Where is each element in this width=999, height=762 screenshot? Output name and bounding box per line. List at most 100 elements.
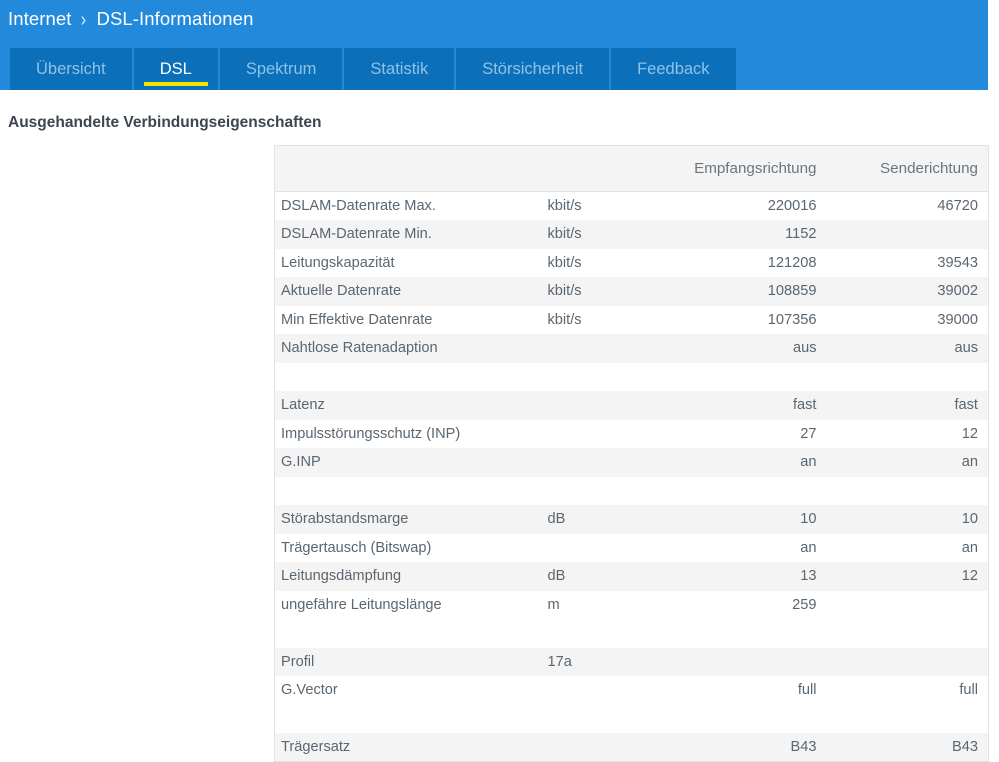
- property-unit: [542, 676, 667, 705]
- upstream-value: 12: [828, 419, 989, 448]
- tab-label: Störsicherheit: [482, 59, 584, 78]
- downstream-value: 27: [666, 419, 829, 448]
- property-unit: kbit/s: [542, 248, 667, 277]
- table-row: Trägersatz B43 B43: [274, 733, 989, 762]
- table-row: DSLAM-Datenrate Max. kbit/s 220016 46720: [274, 191, 989, 220]
- page-title: Ausgehandelte Verbindungseigenschaften: [8, 114, 322, 131]
- tab-feedback[interactable]: Feedback: [611, 48, 736, 90]
- column-header-property: [274, 145, 543, 192]
- table-header-row: Empfangsrichtung Senderichtung: [274, 145, 989, 192]
- table-spacer-row: [274, 362, 989, 391]
- tab-label: Statistik: [370, 59, 429, 78]
- upstream-value: aus: [828, 334, 989, 363]
- column-header-upstream: Senderichtung: [828, 145, 989, 192]
- column-header-downstream: Empfangsrichtung: [666, 145, 829, 192]
- table-row: Leitungskapazität kbit/s 121208 39543: [274, 248, 989, 277]
- tab-label: Spektrum: [245, 59, 317, 78]
- upstream-value: [828, 220, 989, 249]
- upstream-value: [828, 704, 989, 733]
- table-row: Trägertausch (Bitswap) an an: [274, 533, 989, 562]
- property-name: Nahtlose Ratenadaption: [274, 334, 543, 363]
- property-unit: [542, 391, 667, 420]
- downstream-value: 108859: [666, 277, 829, 306]
- tab-label: Übersicht: [36, 59, 106, 78]
- tab-statistik[interactable]: Statistik: [344, 48, 455, 90]
- downstream-value: an: [666, 448, 829, 477]
- upstream-value: 12: [828, 562, 989, 591]
- property-unit: kbit/s: [542, 191, 667, 220]
- property-name: G.INP: [274, 448, 543, 477]
- property-name: Impulsstörungsschutz (INP): [274, 419, 543, 448]
- table-row: Nahtlose Ratenadaption aus aus: [274, 334, 989, 363]
- property-name: Profil: [274, 647, 543, 676]
- tab-dsl[interactable]: DSL: [133, 48, 218, 90]
- property-name: G.Vector: [274, 676, 543, 705]
- downstream-value: full: [666, 676, 829, 705]
- content-area: Ausgehandelte Verbindungseigenschaften E…: [0, 90, 999, 762]
- property-name: Aktuelle Datenrate: [274, 277, 543, 306]
- upstream-value: 39543: [828, 248, 989, 277]
- tab-uebersicht[interactable]: Übersicht: [10, 48, 132, 90]
- downstream-value: 13: [666, 562, 829, 591]
- upstream-value: full: [828, 676, 989, 705]
- property-unit: [542, 619, 667, 648]
- property-name: [274, 362, 543, 391]
- upstream-value: 39000: [828, 305, 989, 334]
- table-row: ungefähre Leitungslänge m 259: [274, 590, 989, 619]
- property-name: Leitungsdämpfung: [274, 562, 543, 591]
- property-unit: kbit/s: [542, 305, 667, 334]
- breadcrumb-parent[interactable]: Internet: [8, 8, 72, 29]
- tab-label: Feedback: [637, 59, 710, 78]
- property-unit: dB: [542, 562, 667, 591]
- property-name: Min Effektive Datenrate: [274, 305, 543, 334]
- table-row: Störabstandsmarge dB 10 10: [274, 505, 989, 534]
- table-row: G.Vector full full: [274, 676, 989, 705]
- dsl-properties-table: Empfangsrichtung Senderichtung DSLAM-Dat…: [274, 145, 989, 762]
- property-name: Latenz: [274, 391, 543, 420]
- table-spacer-row: [274, 619, 989, 648]
- upstream-value: [828, 619, 989, 648]
- page-header: Internet › DSL-Informationen Übersicht D…: [0, 0, 988, 90]
- downstream-value: 1152: [666, 220, 829, 249]
- upstream-value: an: [828, 448, 989, 477]
- downstream-value: 10: [666, 505, 829, 534]
- downstream-value: [666, 647, 829, 676]
- breadcrumb: Internet › DSL-Informationen: [8, 8, 253, 31]
- property-unit: [542, 476, 667, 505]
- property-name: DSLAM-Datenrate Max.: [274, 191, 543, 220]
- upstream-value: 46720: [828, 191, 989, 220]
- downstream-value: B43: [666, 733, 829, 762]
- table-row: Latenz fast fast: [274, 391, 989, 420]
- downstream-value: 121208: [666, 248, 829, 277]
- table-row: Aktuelle Datenrate kbit/s 108859 39002: [274, 277, 989, 306]
- property-unit: [542, 533, 667, 562]
- property-unit: [542, 704, 667, 733]
- tab-spektrum[interactable]: Spektrum: [219, 48, 343, 90]
- upstream-value: [828, 590, 989, 619]
- property-unit: [542, 362, 667, 391]
- tab-stoersicherheit[interactable]: Störsicherheit: [456, 48, 610, 90]
- table-row: Leitungsdämpfung dB 13 12: [274, 562, 989, 591]
- property-unit: [542, 733, 667, 762]
- property-unit: m: [542, 590, 667, 619]
- tab-bar: Übersicht DSL Spektrum Statistik Störsic…: [10, 48, 738, 90]
- table-spacer-row: [274, 476, 989, 505]
- tab-label: DSL: [159, 59, 192, 78]
- property-name: ungefähre Leitungslänge: [274, 590, 543, 619]
- upstream-value: fast: [828, 391, 989, 420]
- downstream-value: 107356: [666, 305, 829, 334]
- table-header: Empfangsrichtung Senderichtung: [274, 145, 989, 192]
- downstream-value: 220016: [666, 191, 829, 220]
- property-unit: [542, 419, 667, 448]
- property-name: Störabstandsmarge: [274, 505, 543, 534]
- upstream-value: 39002: [828, 277, 989, 306]
- upstream-value: 10: [828, 505, 989, 534]
- property-unit: [542, 334, 667, 363]
- upstream-value: an: [828, 533, 989, 562]
- property-name: [274, 476, 543, 505]
- downstream-value: fast: [666, 391, 829, 420]
- upstream-value: [828, 362, 989, 391]
- downstream-value: [666, 704, 829, 733]
- downstream-value: [666, 362, 829, 391]
- table-row: DSLAM-Datenrate Min. kbit/s 1152: [274, 220, 989, 249]
